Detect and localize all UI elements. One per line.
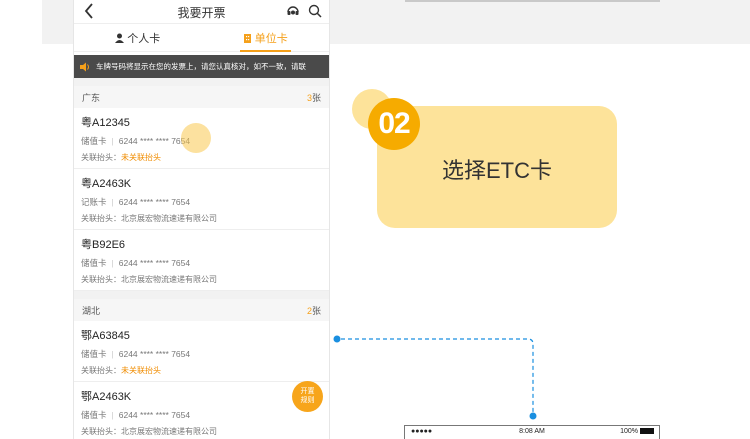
invoice-title: 关联抬头：未关联抬头: [81, 366, 161, 375]
tab-label: 单位卡: [254, 32, 288, 45]
group-name: 湖北: [82, 305, 101, 316]
speaker-icon: [80, 62, 89, 71]
building-icon: [243, 33, 251, 43]
notice-text: 车牌号码将显示在您的发票上，请您认真核对，如不一致，请联: [96, 62, 306, 71]
search-icon[interactable]: [308, 4, 322, 18]
card-item[interactable]: 粤B92E6 储值卡 | 6244 **** **** 7654 关联抬头：北京展宏…: [74, 230, 329, 291]
card-item[interactable]: 鄂A2463K 储值卡 | 6244 **** **** 7654 关联抬头：北京展…: [74, 382, 329, 439]
tab-company-card[interactable]: 单位卡: [202, 24, 330, 52]
plate-number: 粤A2463K: [81, 178, 132, 190]
invoice-rules-button[interactable]: 开置 规则: [292, 381, 323, 412]
tutorial-page: 我要开票 个人卡 单位卡 车牌号码将显示在您的发票上，请您认真核对，如不一致，请…: [0, 0, 750, 439]
plate-number: 鄂A63845: [81, 330, 130, 342]
card-info: 储值卡 | 6244 **** **** 7654: [81, 349, 191, 359]
step-label: 选择ETC卡: [441, 158, 552, 183]
group-header: 广东 3张: [74, 86, 329, 108]
invoice-title: 关联抬头：北京展宏物流速递有限公司: [81, 427, 217, 436]
group-count: 3张: [306, 92, 321, 103]
group-name: 广东: [82, 92, 101, 103]
card-item[interactable]: 粤A12345 储值卡 | 6244 **** **** 7654 关联抬头：未关联…: [74, 108, 329, 169]
battery-icon: [640, 428, 654, 435]
invoice-title: 关联抬头：未关联抬头: [81, 153, 161, 162]
plate-number: 粤B92E6: [81, 239, 126, 251]
group-guangdong: 广东 3张 粤A12345 储值卡 | 6244 **** **** 7654 关联…: [74, 86, 329, 291]
invoice-title: 关联抬头：北京展宏物流速递有限公司: [81, 214, 217, 223]
nav-bar: 我要开票: [74, 0, 329, 24]
card-info: 记账卡 | 6244 **** **** 7654: [81, 197, 191, 207]
invoice-title: 关联抬头：北京展宏物流速递有限公司: [81, 275, 217, 284]
card-type-tabs: 个人卡 单位卡: [74, 24, 329, 52]
tab-personal-card[interactable]: 个人卡: [74, 24, 202, 51]
plate-number: 鄂A2463K: [81, 391, 132, 403]
spacer: [74, 291, 329, 299]
card-info: 储值卡 | 6244 **** **** 7654: [81, 258, 191, 268]
spacer: [74, 78, 329, 86]
card-info: 储值卡 | 6244 **** **** 7654: [81, 410, 191, 420]
card-item[interactable]: 粤A2463K 记账卡 | 6244 **** **** 7654 关联抬头：北京展…: [74, 169, 329, 230]
step-number: 02: [368, 98, 420, 150]
phone-screen: 我要开票 个人卡 单位卡 车牌号码将显示在您的发票上，请您认真核对，如不一致，请…: [73, 0, 330, 439]
battery-indicator: 100%: [620, 428, 654, 435]
group-count: 2张: [306, 305, 321, 316]
group-header: 湖北 2张: [74, 299, 329, 321]
person-icon: [115, 33, 125, 43]
divider: [405, 0, 660, 2]
card-item[interactable]: 鄂A63845 储值卡 | 6244 **** **** 7654 关联抬头：未关联…: [74, 321, 329, 382]
tap-indicator: [181, 123, 211, 153]
notice-banner: 车牌号码将显示在您的发票上，请您认真核对，如不一致，请联: [74, 55, 329, 78]
group-hubei: 湖北 2张 鄂A63845 储值卡 | 6244 **** **** 7654 关联…: [74, 299, 329, 439]
customer-service-icon[interactable]: [286, 4, 300, 18]
next-step-phone-status-bar: ●●●●● 8:08 AM 100%: [404, 425, 660, 439]
tab-label: 个人卡: [127, 32, 161, 45]
